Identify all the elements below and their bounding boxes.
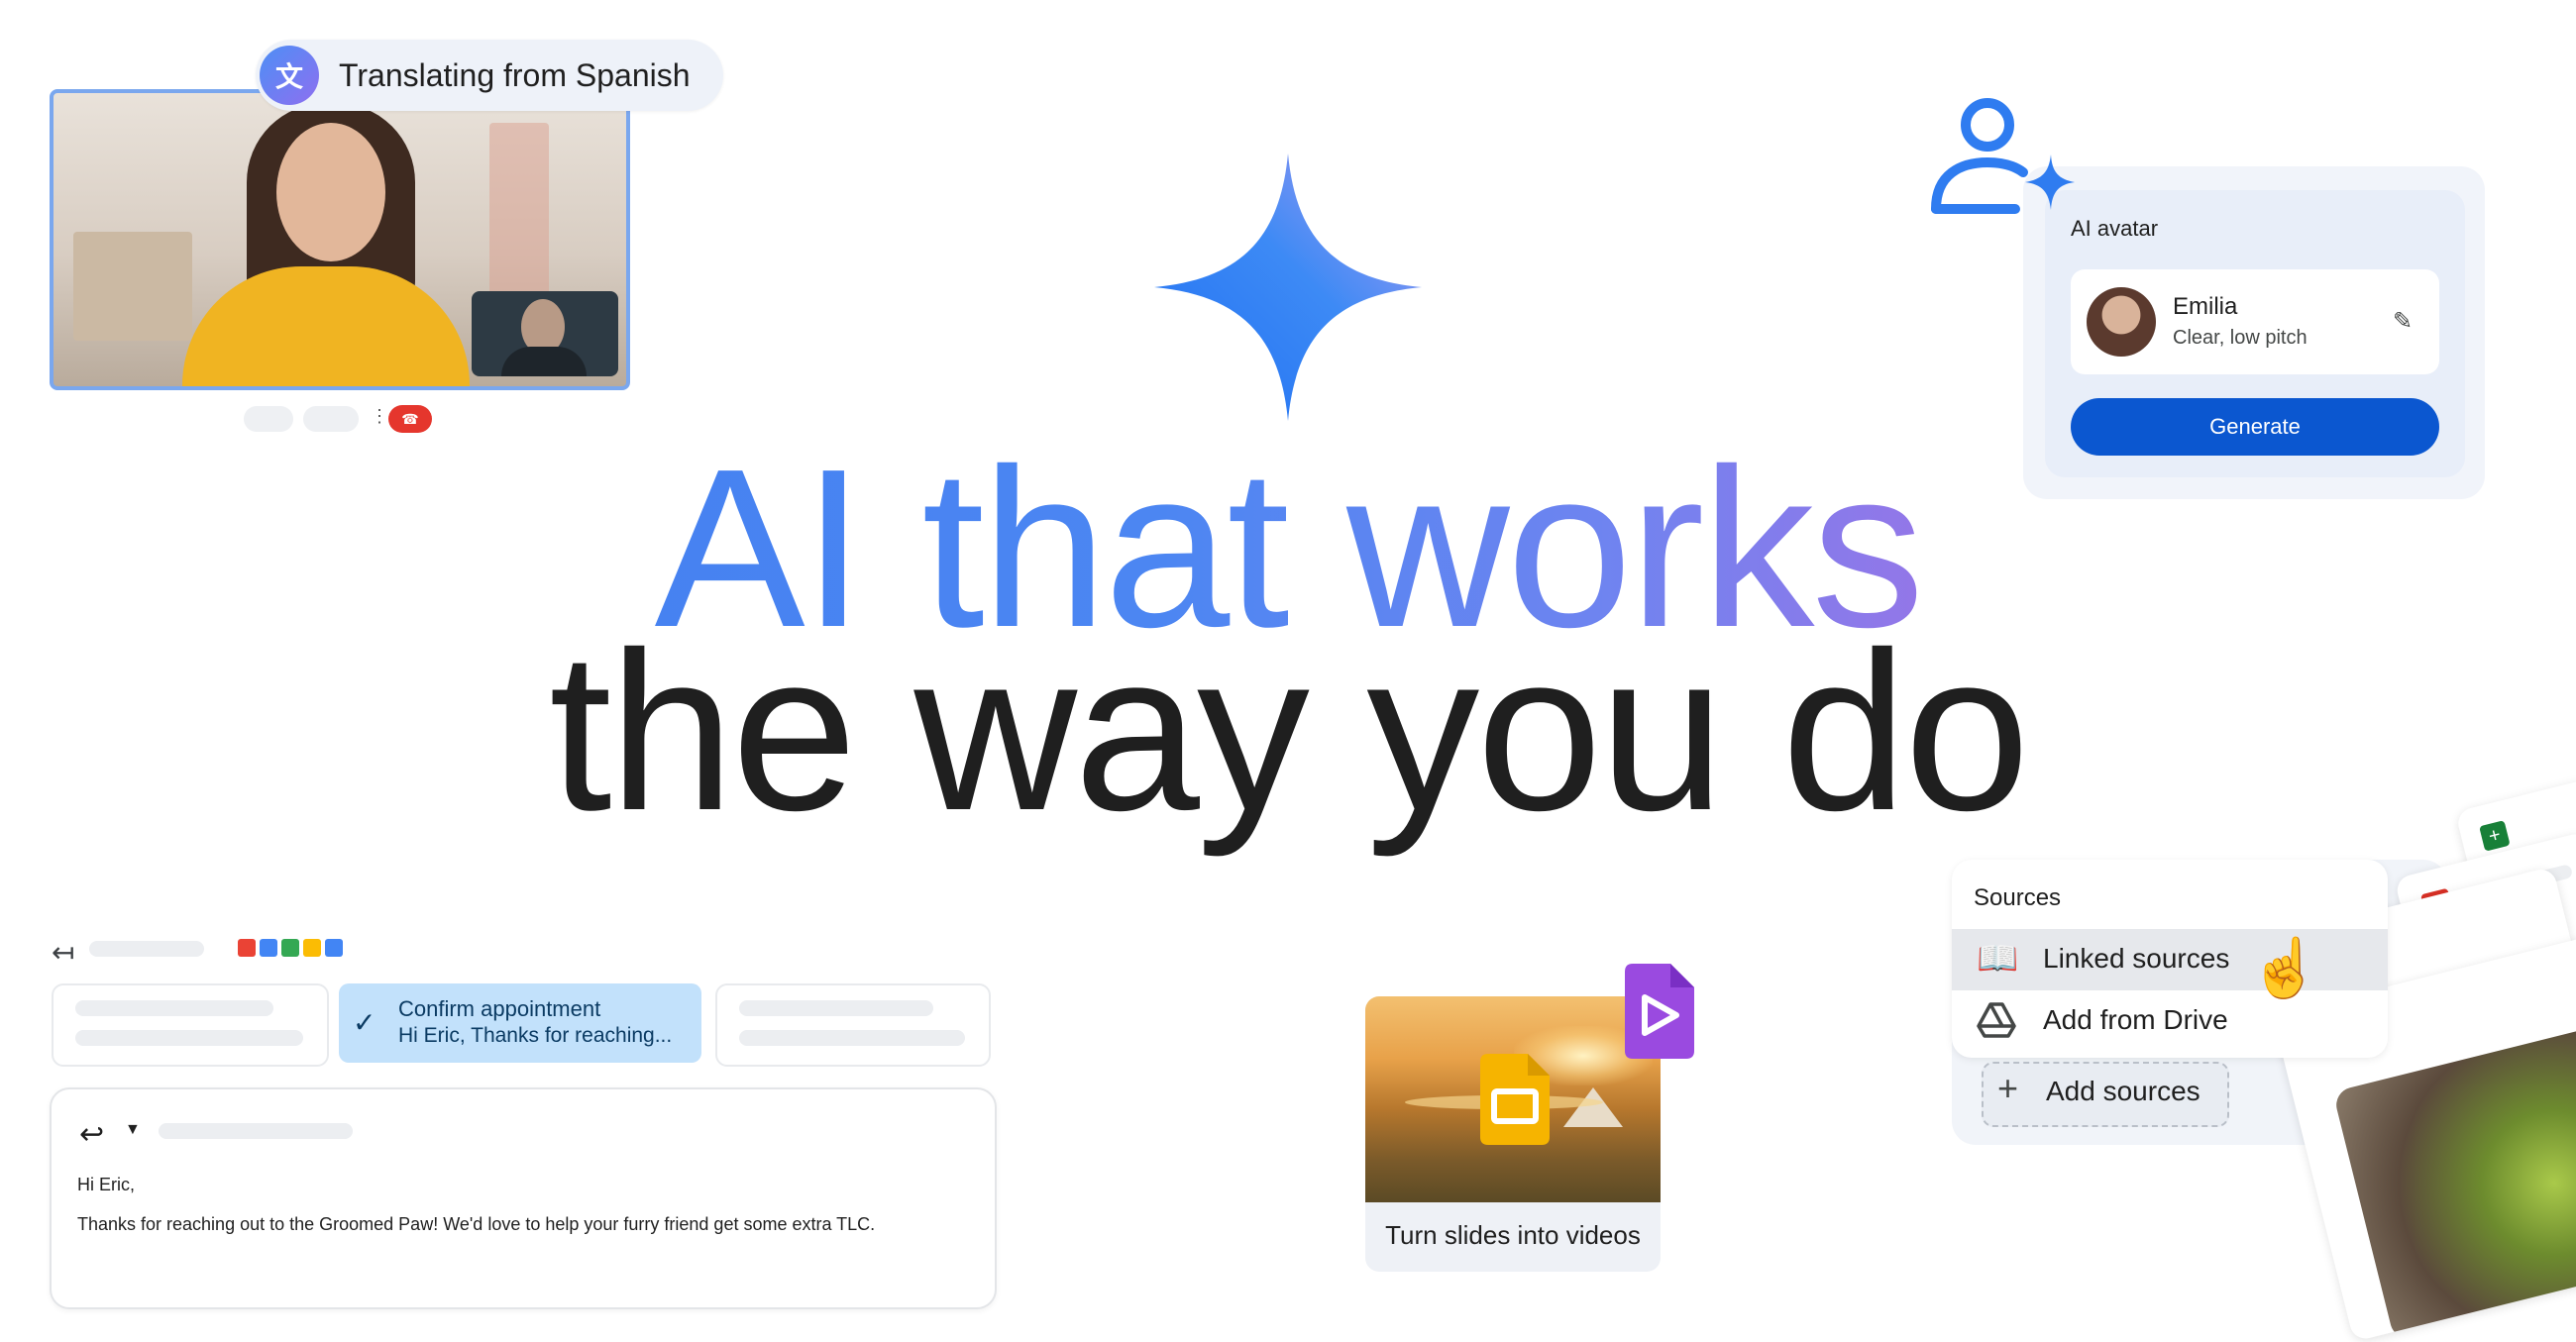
vids-app-icon — [1625, 964, 1694, 1059]
sources-title: Sources — [1974, 884, 2062, 911]
avatar-name: Emilia — [2173, 293, 2238, 320]
gemini-sparkle-icon — [1154, 154, 1422, 421]
email-greeting: Hi Eric, — [77, 1175, 135, 1194]
avatar-card-title: AI avatar — [2071, 216, 2159, 241]
end-call-button[interactable]: ☎ — [388, 405, 432, 433]
hand-cursor-icon: ☝ — [2249, 936, 2321, 1000]
suggestion-chip[interactable] — [715, 983, 991, 1067]
call-controls-left[interactable] — [244, 406, 293, 432]
call-controls-middle[interactable] — [303, 406, 359, 432]
video-call-frame — [50, 89, 630, 390]
pencil-icon[interactable]: ✎ — [2388, 307, 2417, 337]
back-arrow-icon[interactable]: ↤ — [52, 936, 74, 969]
self-view-body — [501, 347, 587, 376]
generate-button[interactable]: Generate — [2071, 398, 2439, 456]
headline-line-2: the way you do — [549, 606, 2030, 858]
reply-icon[interactable]: ↩ — [79, 1117, 104, 1152]
suggestion-chip-selected[interactable] — [339, 983, 701, 1063]
menu-item-add-from-drive[interactable]: Add from Drive — [2043, 1004, 2228, 1036]
avatar-voice-description: Clear, low pitch — [2173, 327, 2308, 349]
room-shelf — [73, 232, 192, 341]
participant-face — [276, 123, 385, 261]
reply-compose-box[interactable] — [50, 1087, 997, 1309]
menu-item-label: Linked sources — [2043, 943, 2230, 974]
drive-icon — [1977, 1002, 2016, 1038]
plus-icon: + — [1997, 1068, 2019, 1108]
add-sources-label: Add sources — [2046, 1076, 2200, 1106]
participant-body — [182, 266, 470, 386]
suggestion-preview: Hi Eric, Thanks for reaching... — [398, 1024, 673, 1047]
skeleton-bar — [739, 1000, 933, 1016]
docs-icon — [260, 939, 277, 957]
check-icon: ✓ — [353, 1007, 376, 1038]
moss-photo — [2332, 1020, 2576, 1342]
workspace-app-icons — [238, 939, 349, 959]
skeleton-bar — [89, 941, 204, 957]
suggestion-title: Confirm appointment — [398, 996, 601, 1021]
translate-icon: 文 — [260, 46, 319, 105]
book-icon: 📖 — [1977, 940, 2019, 978]
chevron-down-icon[interactable]: ▼ — [125, 1121, 141, 1139]
sheets-icon — [281, 939, 299, 957]
email-body: Thanks for reaching out to the Groomed P… — [77, 1214, 876, 1234]
skeleton-bar — [75, 1000, 273, 1016]
calendar-icon — [325, 939, 343, 957]
skeleton-bar — [739, 1030, 965, 1046]
person-sparkle-icon — [1931, 98, 2075, 214]
sheets-icon: + — [2479, 820, 2511, 852]
more-options-icon[interactable]: ⋮ — [371, 406, 388, 432]
translation-pill[interactable]: 文 Translating from Spanish — [256, 40, 723, 111]
translation-label: Translating from Spanish — [339, 57, 691, 93]
self-view-tile — [472, 291, 618, 376]
vids-caption: Turn slides into videos — [1385, 1220, 1641, 1250]
skeleton-bar — [75, 1030, 303, 1046]
suggestion-chip[interactable] — [52, 983, 329, 1067]
slides-app-icon — [1480, 1054, 1550, 1145]
avatar — [2087, 287, 2156, 357]
slides-icon — [303, 939, 321, 957]
skeleton-bar — [159, 1123, 353, 1139]
gmail-icon — [238, 939, 256, 957]
